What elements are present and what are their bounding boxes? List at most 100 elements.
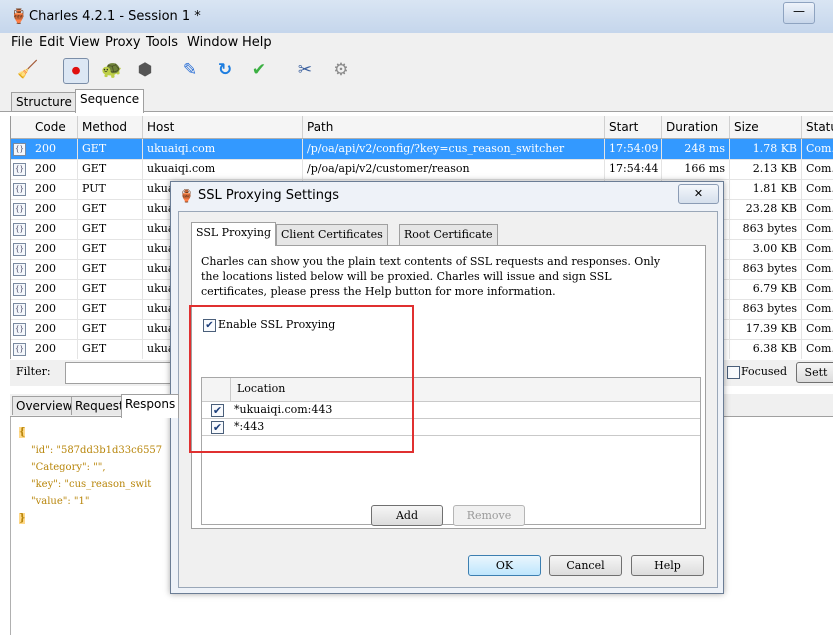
enable-ssl-proxying-checkbox[interactable]: ✔ xyxy=(203,319,216,332)
cell-size: 3.00 KB xyxy=(730,239,802,259)
location-row[interactable]: ✔ *:443 xyxy=(202,419,700,436)
cell-start: 17:54:44 xyxy=(605,159,662,179)
stop-hexagon-icon[interactable]: ⬢ xyxy=(133,58,157,82)
ssl-description: Charles can show you the plain text cont… xyxy=(201,254,696,299)
request-icon: {} xyxy=(13,223,26,236)
column-status[interactable]: Statu xyxy=(802,116,833,138)
column-size[interactable]: Size xyxy=(730,116,802,138)
cell-method: GET xyxy=(78,279,143,299)
cell-method: GET xyxy=(78,139,143,159)
json-close-brace: } xyxy=(19,513,26,524)
cell-status: Com... xyxy=(802,179,833,199)
cell-method: GET xyxy=(78,259,143,279)
cancel-button[interactable]: Cancel xyxy=(549,555,622,576)
response-json-view: { "id": "587dd3b1d33c6557 "Category": ""… xyxy=(10,417,171,635)
cell-host: ukuaiqi.com xyxy=(143,139,303,159)
cell-status: Com... xyxy=(802,199,833,219)
tab-root-certificate[interactable]: Root Certificate xyxy=(399,224,498,245)
cell-size: 6.79 KB xyxy=(730,279,802,299)
tab-response[interactable]: Respons xyxy=(121,394,180,418)
menu-bar: File Edit View Proxy Tools Window Help xyxy=(0,33,833,53)
tab-structure[interactable]: Structure xyxy=(11,92,77,111)
refresh-icon[interactable]: ↻ xyxy=(213,58,237,82)
cell-status: Com... xyxy=(802,319,833,339)
cell-status: Com... xyxy=(802,139,833,159)
cell-status: Com... xyxy=(802,339,833,359)
tab-sequence[interactable]: Sequence xyxy=(75,89,145,113)
cell-status: Com... xyxy=(802,219,833,239)
ssl-proxying-settings-dialog: 🏺 SSL Proxying Settings ✕ SSL Proxying C… xyxy=(170,181,724,594)
cell-status: Com... xyxy=(802,279,833,299)
cell-method: GET xyxy=(78,219,143,239)
request-icon: {} xyxy=(13,203,26,216)
cell-size: 6.38 KB xyxy=(730,339,802,359)
settings-button[interactable]: Sett xyxy=(796,362,833,383)
ok-button[interactable]: OK xyxy=(468,555,541,576)
charles-app-icon: 🏺 xyxy=(179,189,194,203)
location-row[interactable]: ✔ *ukuaiqi.com:443 xyxy=(202,402,700,419)
cell-path: /p/oa/api/v2/config/?key=cus_reason_swit… xyxy=(303,139,605,159)
cell-code: 200 xyxy=(31,179,78,199)
add-button[interactable]: Add xyxy=(371,505,443,526)
tab-request[interactable]: Request xyxy=(71,396,128,415)
json-value: : "587dd3b1d33c6557 xyxy=(49,445,163,456)
tab-overview[interactable]: Overview xyxy=(12,396,77,415)
cell-method: PUT xyxy=(78,179,143,199)
tab-ssl-proxying[interactable]: SSL Proxying xyxy=(191,222,277,246)
view-tabs: Structure Sequence xyxy=(0,87,833,113)
help-button[interactable]: Help xyxy=(631,555,704,576)
broom-icon[interactable]: 🧹 xyxy=(16,58,40,82)
request-icon: {} xyxy=(13,343,26,356)
menu-proxy[interactable]: Proxy xyxy=(105,35,141,50)
menu-help[interactable]: Help xyxy=(242,35,272,50)
column-host[interactable]: Host xyxy=(143,116,303,138)
tab-client-certificates[interactable]: Client Certificates xyxy=(276,224,388,245)
cell-status: Com... xyxy=(802,159,833,179)
column-path[interactable]: Path xyxy=(303,116,605,138)
minimize-button[interactable]: — xyxy=(783,2,815,24)
tools-icon[interactable]: ✂ xyxy=(293,58,317,82)
cell-code: 200 xyxy=(31,279,78,299)
location-enabled-checkbox[interactable]: ✔ xyxy=(211,421,224,434)
json-value: : "", xyxy=(86,462,106,473)
menu-window[interactable]: Window xyxy=(187,35,238,50)
column-start[interactable]: Start xyxy=(605,116,662,138)
column-method[interactable]: Method xyxy=(78,116,143,138)
column-code[interactable]: Code xyxy=(31,116,78,138)
cell-code: 200 xyxy=(31,219,78,239)
json-key: "key" xyxy=(31,479,58,490)
column-duration[interactable]: Duration xyxy=(662,116,730,138)
description-line: the locations listed below will be proxi… xyxy=(201,270,612,283)
window-title: Charles 4.2.1 - Session 1 * xyxy=(29,9,201,24)
turtle-icon[interactable]: 🐢 xyxy=(100,58,124,82)
request-icon: {} xyxy=(13,163,26,176)
menu-file[interactable]: File xyxy=(11,35,33,50)
menu-edit[interactable]: Edit xyxy=(39,35,64,50)
request-icon: {} xyxy=(13,143,26,156)
pen-icon[interactable]: ✎ xyxy=(178,58,202,82)
focused-label: Focused xyxy=(741,365,788,378)
settings-gear-icon[interactable]: ⚙ xyxy=(329,58,353,82)
table-row[interactable]: {} 200 GET ukuaiqi.com/p/oa/api/v2/config/?… xyxy=(11,139,833,160)
close-button[interactable]: ✕ xyxy=(678,184,719,204)
request-icon: {} xyxy=(13,183,26,196)
location-column-header[interactable]: Location xyxy=(237,382,285,395)
cell-method: GET xyxy=(78,199,143,219)
location-enabled-checkbox[interactable]: ✔ xyxy=(211,404,224,417)
toolbar: 🧹 ⏺ 🐢 ⬢ ✎ ↻ ✔ ✂ ⚙ xyxy=(0,53,833,87)
cell-start: 17:54:09 xyxy=(605,139,662,159)
request-icon: {} xyxy=(13,243,26,256)
cell-code: 200 xyxy=(31,159,78,179)
json-value: : "1" xyxy=(67,496,90,507)
json-value: : "cus_reason_swit xyxy=(57,479,152,490)
filter-input[interactable] xyxy=(65,362,177,384)
menu-view[interactable]: View xyxy=(69,35,100,50)
table-row[interactable]: {} 200 GET ukuaiqi.com/p/oa/api/v2/customer… xyxy=(11,159,833,180)
cell-size: 863 bytes xyxy=(730,259,802,279)
remove-button[interactable]: Remove xyxy=(453,505,525,526)
focused-checkbox[interactable] xyxy=(727,366,740,379)
request-icon: {} xyxy=(13,263,26,276)
menu-tools[interactable]: Tools xyxy=(146,35,178,50)
record-icon[interactable]: ⏺ xyxy=(63,58,89,84)
check-icon[interactable]: ✔ xyxy=(247,58,271,82)
